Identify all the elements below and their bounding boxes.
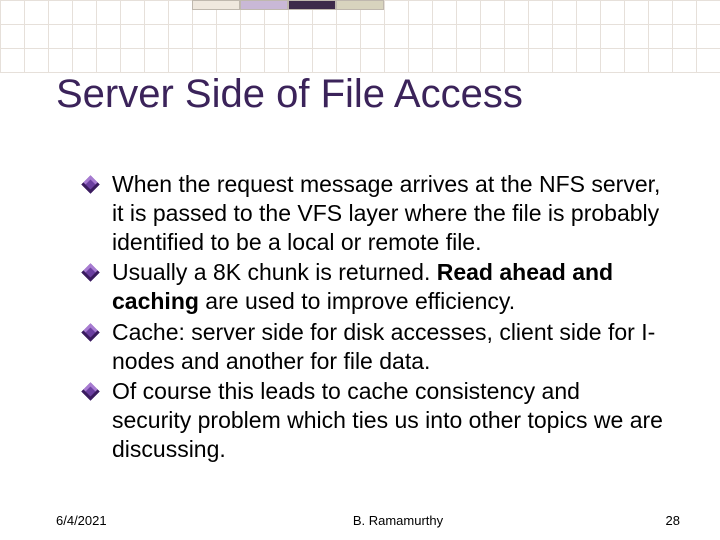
background-grid: [0, 0, 720, 73]
list-item: Of course this leads to cache consistenc…: [84, 377, 664, 463]
slide-footer: 6/4/2021 B. Ramamurthy 28: [56, 513, 680, 528]
bullet-text: Of course this leads to cache consistenc…: [112, 377, 664, 463]
diamond-bullet-icon: [81, 383, 99, 401]
diamond-bullet-icon: [81, 264, 99, 282]
list-item: When the request message arrives at the …: [84, 170, 664, 256]
tab-darkpurple: [288, 0, 336, 10]
footer-author: B. Ramamurthy: [176, 513, 620, 528]
bullet-text: Cache: server side for disk accesses, cl…: [112, 318, 664, 376]
bullet-text: Usually a 8K chunk is returned. Read ahe…: [112, 258, 664, 316]
slide-body: When the request message arrives at the …: [84, 170, 664, 466]
bullet-text: When the request message arrives at the …: [112, 170, 664, 256]
slide-title: Server Side of File Access: [56, 72, 680, 116]
color-tabs: [192, 0, 384, 10]
diamond-bullet-icon: [81, 323, 99, 341]
tab-purple: [240, 0, 288, 10]
tab-beige: [192, 0, 240, 10]
list-item: Usually a 8K chunk is returned. Read ahe…: [84, 258, 664, 316]
list-item: Cache: server side for disk accesses, cl…: [84, 318, 664, 376]
footer-page: 28: [620, 513, 680, 528]
diamond-bullet-icon: [81, 175, 99, 193]
footer-date: 6/4/2021: [56, 513, 176, 528]
tab-khaki: [336, 0, 384, 10]
